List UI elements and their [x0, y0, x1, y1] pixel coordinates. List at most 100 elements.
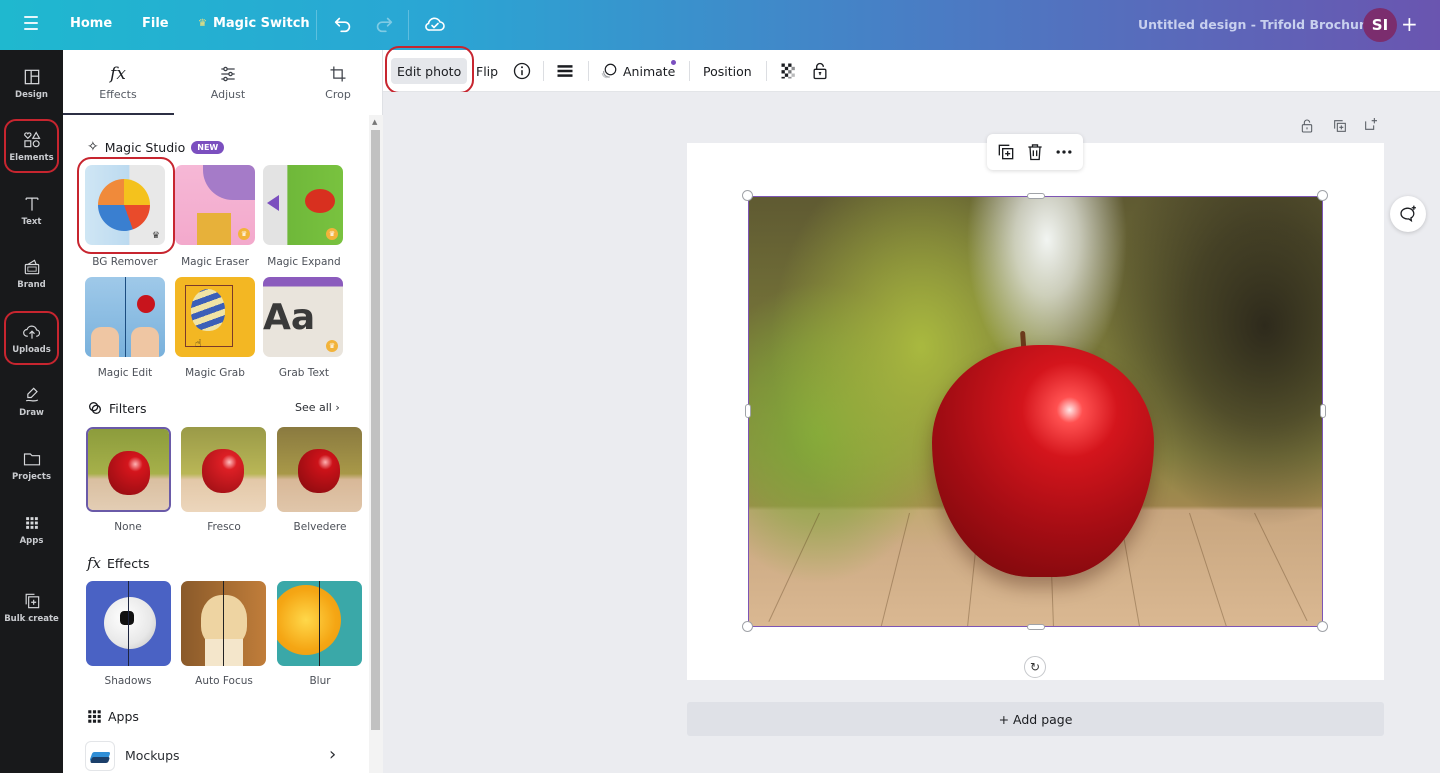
- apple: [932, 345, 1154, 577]
- wood-plank-line: [1254, 512, 1308, 622]
- user-avatar[interactable]: SI: [1363, 8, 1397, 42]
- duplicate-page-icon[interactable]: [1332, 118, 1348, 134]
- ladybug-image: [305, 189, 335, 213]
- undo-icon[interactable]: [332, 13, 354, 35]
- add-collaborator-button[interactable]: +: [1401, 12, 1418, 36]
- divider: [543, 61, 544, 81]
- chevron-right-icon: ›: [329, 744, 337, 765]
- filter-belvedere[interactable]: [277, 427, 362, 512]
- rail-label: Apps: [19, 535, 44, 546]
- app-item-mockups[interactable]: Mockups ›: [83, 740, 353, 772]
- file-menu-button[interactable]: File: [142, 16, 169, 31]
- duplicate-icon[interactable]: [996, 142, 1016, 162]
- wood-plank-line: [1189, 512, 1228, 626]
- resize-handle-bottom[interactable]: [1027, 624, 1045, 630]
- filter-fresco[interactable]: [181, 427, 266, 512]
- effect-auto-focus[interactable]: [181, 581, 266, 666]
- bulk-create-icon: [25, 593, 39, 608]
- elements-icon: [23, 130, 41, 147]
- tool-magic-expand[interactable]: ♛: [263, 165, 343, 245]
- resize-handle-bottom-right[interactable]: [1317, 621, 1328, 632]
- magic-switch-button[interactable]: ♛ Magic Switch: [198, 16, 310, 31]
- tab-label: Effects: [99, 88, 137, 101]
- tab-label: Crop: [325, 88, 351, 101]
- resize-handle-top[interactable]: [1027, 193, 1045, 199]
- menu-icon[interactable]: [24, 16, 38, 32]
- rail-item-projects[interactable]: Projects: [4, 438, 59, 492]
- rail-label: Text: [21, 216, 42, 227]
- more-options-icon[interactable]: [1054, 142, 1074, 162]
- rail-item-bulk-create[interactable]: Bulk create: [4, 580, 59, 634]
- divider: [766, 61, 767, 81]
- tool-grab-text[interactable]: Aa ♛: [263, 277, 343, 357]
- home-button[interactable]: Home: [70, 16, 112, 31]
- arrow-left-icon: [267, 195, 279, 211]
- magic-switch-label: Magic Switch: [212, 16, 310, 31]
- rail-item-elements[interactable]: Elements: [4, 119, 59, 173]
- add-page-icon[interactable]: [1363, 116, 1379, 132]
- add-comment-button[interactable]: [1390, 196, 1426, 232]
- filter-label: None: [114, 521, 142, 533]
- divider: [316, 10, 317, 40]
- position-button[interactable]: Position: [703, 58, 752, 84]
- effects-heading: fx Effects: [87, 554, 150, 572]
- hand-cursor-icon: ☝: [195, 337, 202, 350]
- info-icon[interactable]: [512, 61, 532, 81]
- wood-plank-line: [879, 512, 910, 626]
- see-all-filters-link[interactable]: See all ›: [295, 401, 340, 414]
- filter-label: Belvedere: [293, 521, 347, 533]
- unlock-icon[interactable]: [810, 60, 830, 82]
- rail-item-brand[interactable]: Brand: [4, 246, 59, 300]
- comment-add-icon: [1400, 205, 1416, 223]
- effect-blur[interactable]: [277, 581, 362, 666]
- edit-photo-button[interactable]: Edit photo: [391, 58, 468, 84]
- brand-icon: [24, 258, 39, 274]
- resize-handle-top-right[interactable]: [1317, 190, 1328, 201]
- tool-bg-remover[interactable]: ♛: [85, 165, 165, 245]
- apple-thumb: [108, 451, 150, 495]
- tool-label: BG Remover: [92, 256, 158, 268]
- document-title[interactable]: Untitled design - Trifold Brochure: [1138, 17, 1374, 32]
- resize-handle-right[interactable]: [1320, 404, 1326, 418]
- redo-icon[interactable]: [373, 13, 395, 35]
- rail-label: Projects: [11, 471, 52, 482]
- rail-item-design[interactable]: Design: [4, 56, 59, 110]
- section-title-text: Apps: [108, 709, 139, 724]
- transparency-icon[interactable]: [779, 61, 799, 81]
- panel-scroll-thumb[interactable]: [371, 130, 380, 730]
- rail-item-text[interactable]: Text: [4, 183, 59, 237]
- rail-item-uploads[interactable]: Uploads: [4, 311, 59, 365]
- resize-handle-top-left[interactable]: [742, 190, 753, 201]
- flip-button[interactable]: Flip: [476, 58, 498, 84]
- trash-icon[interactable]: [1025, 142, 1045, 162]
- effect-shadows[interactable]: [86, 581, 171, 666]
- border-style-icon[interactable]: [555, 61, 575, 81]
- tab-adjust[interactable]: Adjust: [173, 50, 283, 115]
- tool-magic-grab[interactable]: ☝: [175, 277, 255, 357]
- rotate-handle[interactable]: ↻: [1024, 656, 1046, 678]
- resize-handle-left[interactable]: [745, 404, 751, 418]
- crown-icon: ♛: [198, 18, 207, 29]
- cloud-saved-icon[interactable]: [423, 12, 447, 36]
- upload-cloud-icon: [22, 325, 40, 339]
- fries-image: [197, 213, 231, 245]
- divider: [588, 61, 589, 81]
- apple-thumb: [298, 449, 340, 493]
- filters-heading: Filters: [87, 400, 146, 416]
- apps-heading: Apps: [87, 709, 139, 724]
- rail-item-apps[interactable]: Apps: [4, 502, 59, 556]
- tool-magic-eraser[interactable]: ♛: [175, 165, 255, 245]
- scroll-up-arrow-icon[interactable]: ▲: [372, 118, 377, 126]
- tool-magic-edit[interactable]: [85, 277, 165, 357]
- page-lock-icon[interactable]: [1299, 118, 1315, 134]
- tab-crop[interactable]: Crop: [283, 50, 393, 115]
- add-page-button[interactable]: + Add page: [687, 702, 1384, 736]
- resize-handle-bottom-left[interactable]: [742, 621, 753, 632]
- animate-button[interactable]: Animate: [600, 58, 675, 84]
- divider-line: [125, 277, 126, 357]
- rail-item-draw[interactable]: Draw: [4, 374, 59, 428]
- selected-photo-apple[interactable]: [748, 196, 1323, 627]
- tab-effects[interactable]: fx Effects: [63, 50, 174, 115]
- divider: [689, 61, 690, 81]
- filter-none[interactable]: [86, 427, 171, 512]
